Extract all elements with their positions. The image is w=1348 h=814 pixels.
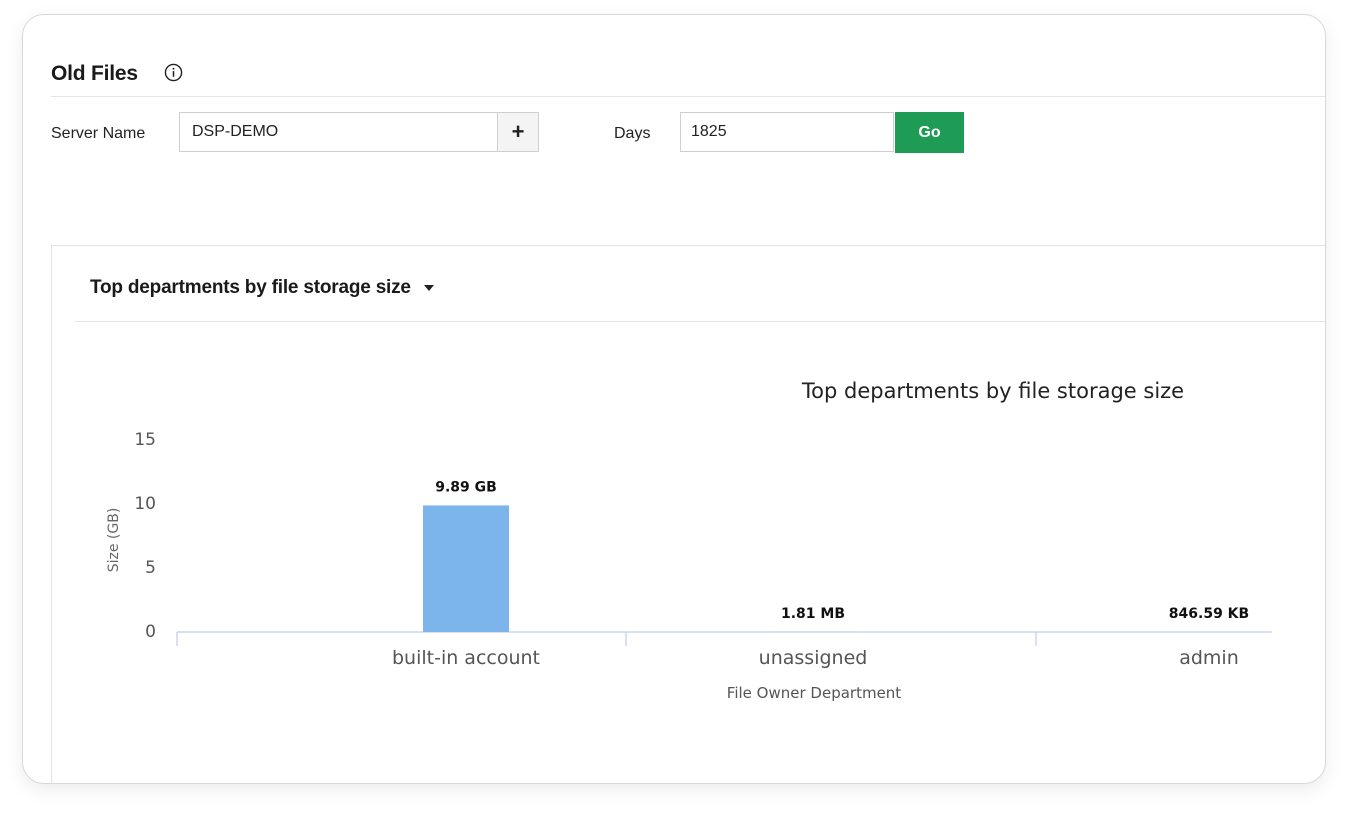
x-axis-label: File Owner Department [727, 684, 902, 702]
bar-chart: Top departments by file storage size 0 5 1… [106, 379, 1272, 702]
info-circle-icon[interactable] [164, 63, 183, 82]
days-label: Days [614, 125, 651, 142]
y-axis-label: Size (GB) [106, 508, 122, 573]
header-divider [51, 96, 1325, 97]
data-label: 9.89 GB [435, 479, 497, 495]
data-label: 1.81 MB [781, 606, 845, 622]
page-title: Old Files [51, 62, 138, 85]
days-input[interactable] [680, 112, 894, 152]
y-tick-label: 0 [145, 622, 156, 642]
chart-title: Top departments by file storage size [801, 379, 1184, 403]
x-tick-label: built-in account [392, 647, 540, 669]
add-server-button[interactable]: + [497, 112, 539, 152]
old-files-card: Old Files Server Name + Days Go Top depa… [22, 14, 1326, 784]
x-tick-label: admin [1179, 647, 1239, 669]
go-button[interactable]: Go [895, 112, 964, 153]
x-tick-label: unassigned [759, 647, 868, 669]
y-tick-label: 15 [134, 430, 156, 450]
server-name-label: Server Name [51, 125, 146, 142]
server-name-input[interactable] [179, 112, 497, 152]
bar-built-in-account[interactable] [423, 505, 509, 632]
y-tick-label: 10 [134, 494, 156, 514]
chart-panel: Top departments by file storage size Top… [51, 245, 1325, 783]
data-label: 846.59 KB [1169, 606, 1249, 622]
y-tick-label: 5 [145, 558, 156, 578]
